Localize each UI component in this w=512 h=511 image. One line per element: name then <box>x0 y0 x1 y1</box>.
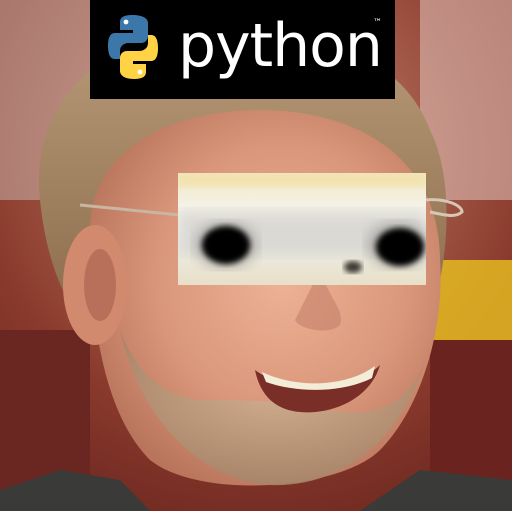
cartoon-eyes <box>178 173 426 273</box>
trademark-symbol: ™ <box>373 18 382 28</box>
photo-scene: python ™ <box>0 0 512 511</box>
python-logo: python ™ <box>90 0 395 99</box>
python-logo-icon <box>108 15 158 79</box>
python-wordmark: python <box>178 11 383 81</box>
right-eye <box>376 228 424 266</box>
left-eye <box>202 226 250 264</box>
cartoon-eyes-overlay <box>178 173 426 285</box>
